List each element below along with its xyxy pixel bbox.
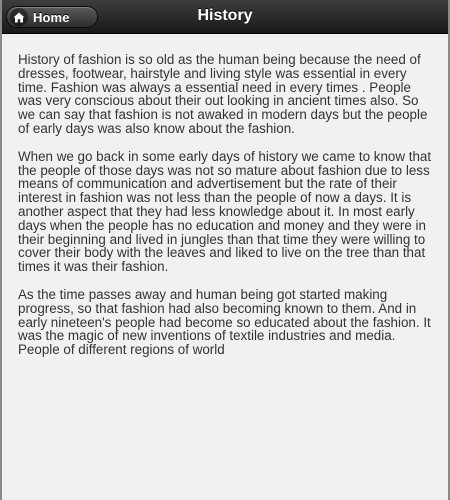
app-screen: Home History History of fashion is so ol… bbox=[0, 0, 450, 500]
paragraph-2: When we go back in some early days of hi… bbox=[18, 148, 432, 275]
home-button-label: Home bbox=[33, 9, 70, 25]
home-button[interactable]: Home bbox=[6, 6, 98, 28]
header-bar: Home History bbox=[2, 0, 448, 34]
paragraph-1: History of fashion is so old as the huma… bbox=[18, 52, 428, 136]
paragraph-3: As the time passes away and human being … bbox=[18, 286, 431, 358]
article-content[interactable]: History of fashion is so old as the huma… bbox=[2, 34, 448, 500]
home-icon bbox=[10, 8, 28, 26]
